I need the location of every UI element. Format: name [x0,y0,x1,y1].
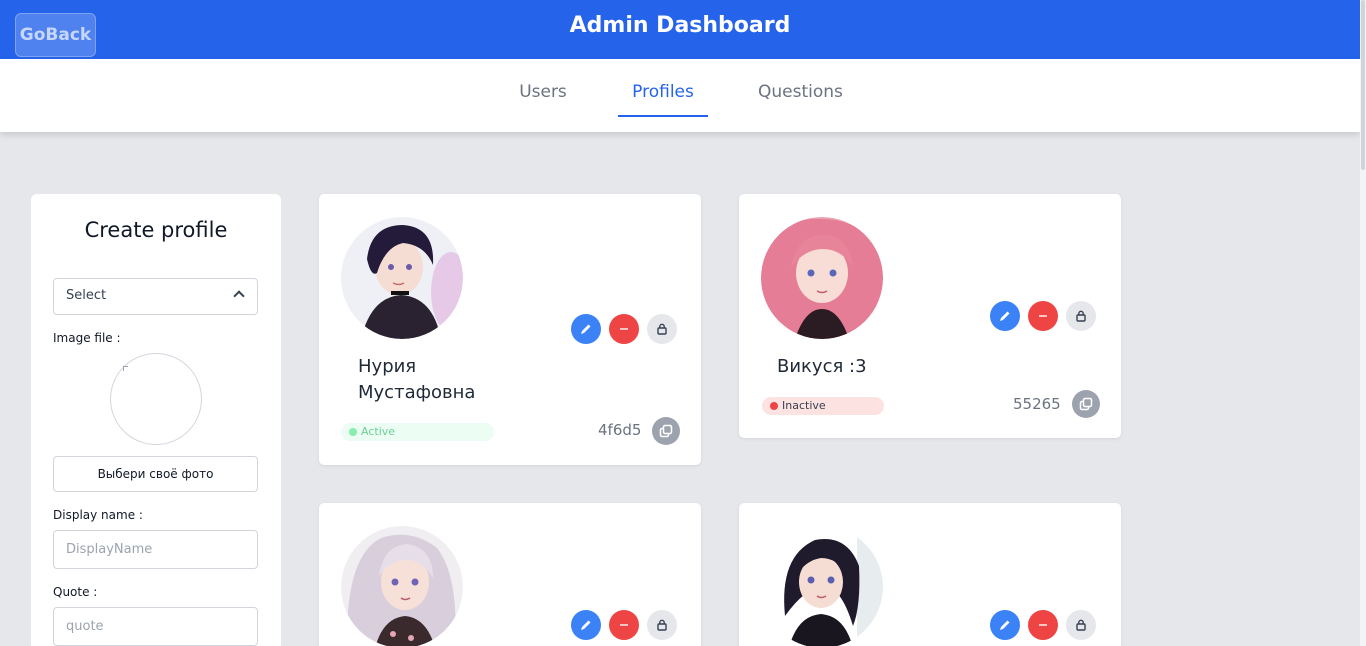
status-text: Active [361,425,396,438]
display-name-input[interactable] [53,530,258,569]
avatar [341,217,463,339]
pencil-icon [581,324,591,334]
create-profile-title: Create profile [84,218,228,242]
top-bar: GoBack Admin Dashboard [0,0,1360,59]
lock-button[interactable] [1066,610,1096,640]
profile-card: Викуся :3 Inactive 55265 [739,194,1121,438]
broken-image-icon [123,366,128,371]
pencil-icon [1000,311,1010,321]
edit-button[interactable] [571,610,601,640]
active-tab-indicator [618,115,708,117]
page-title: Admin Dashboard [569,13,791,38]
status-text: Inactive [782,399,826,412]
status-dot [770,402,778,410]
avatar [761,217,883,339]
minus-icon [1039,315,1047,317]
tab-users[interactable]: Users [518,82,568,102]
lock-button[interactable] [1066,301,1096,331]
delete-button[interactable] [1028,610,1058,640]
minus-icon [620,624,628,626]
tab-profiles[interactable]: Profiles [618,82,708,102]
profile-name: Викуся :3 [777,356,867,377]
minus-icon [1039,624,1047,626]
delete-button[interactable] [609,314,639,344]
lock-icon [1076,619,1086,631]
profile-actions [571,314,677,344]
profile-id: 4f6d5 [598,421,642,439]
pencil-icon [1000,620,1010,630]
profile-actions [571,610,677,640]
status-badge: Active [341,423,494,441]
delete-button[interactable] [1028,301,1058,331]
pencil-icon [581,620,591,630]
edit-button[interactable] [990,610,1020,640]
copy-id-button[interactable] [1072,390,1100,418]
lock-button[interactable] [647,610,677,640]
profile-id: 55265 [1013,395,1061,413]
profile-card [739,503,1121,646]
delete-button[interactable] [609,610,639,640]
image-file-label: Image file : [53,331,121,345]
copy-id-button[interactable] [652,417,680,445]
copy-icon [1079,397,1093,411]
choose-photo-button[interactable]: Выбери своё фото [53,456,258,492]
avatar [761,526,883,646]
create-profile-panel: Create profile Select Image file : Выбер… [31,194,281,646]
edit-button[interactable] [571,314,601,344]
quote-input[interactable] [53,607,258,646]
lock-icon [657,619,667,631]
tab-questions[interactable]: Questions [758,82,843,102]
image-preview[interactable] [110,353,202,445]
lock-icon [657,323,667,335]
status-badge: Inactive [762,397,884,415]
display-name-label: Display name : [53,508,143,522]
select-value: Select [66,288,107,303]
chevron-up-icon [233,290,245,302]
avatar [341,526,463,646]
lock-icon [1076,310,1086,322]
lock-button[interactable] [647,314,677,344]
copy-icon [659,424,673,438]
profile-card [319,503,701,646]
quote-label: Quote : [53,585,98,599]
profile-actions [990,301,1096,331]
scrollbar-thumb[interactable] [1361,0,1365,170]
profile-type-select[interactable]: Select [53,278,258,315]
profile-card: Нурия Мустафовна Active 4f6d5 [319,194,701,465]
profile-name: Нурия Мустафовна [358,356,476,403]
tab-bar: Users Profiles Questions [0,59,1360,132]
status-dot [349,428,357,436]
edit-button[interactable] [990,301,1020,331]
profile-actions [990,610,1096,640]
minus-icon [620,328,628,330]
